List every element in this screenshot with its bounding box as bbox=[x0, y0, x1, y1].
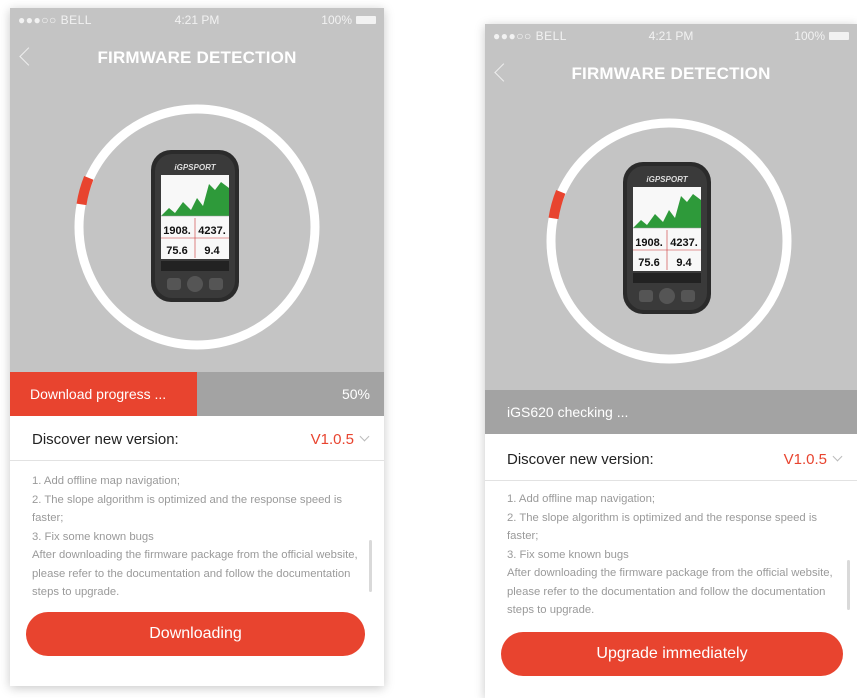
device-reading-1: 1908. bbox=[635, 237, 663, 249]
note-line: 3. Fix some known bugs bbox=[507, 548, 629, 561]
status-bar: ●●●○○ BELL 4:21 PM 100% bbox=[485, 24, 857, 46]
device-brand: iGPSPORT bbox=[174, 163, 216, 172]
scrollbar[interactable] bbox=[369, 540, 372, 592]
header-area: ●●●○○ BELL 4:21 PM 100% FIRMWARE DETECTI… bbox=[10, 8, 384, 372]
progress-label: iGS620 checking ... bbox=[507, 404, 629, 420]
device-brand: iGPSPORT bbox=[646, 175, 688, 184]
release-notes: 1. Add offline map navigation; 2. The sl… bbox=[507, 490, 837, 620]
battery-icon bbox=[356, 16, 376, 24]
download-progress-bar: Download progress ... 50% bbox=[10, 372, 384, 416]
progress-percent: 50% bbox=[341, 386, 370, 402]
note-line: 2. The slope algorithm is optimized and … bbox=[507, 511, 818, 543]
downloading-button[interactable]: Downloading bbox=[26, 612, 365, 656]
version-value: V1.0.5 bbox=[783, 451, 827, 468]
version-label: Discover new version: bbox=[32, 431, 179, 448]
version-label: Discover new version: bbox=[507, 451, 654, 468]
upgrade-immediately-button[interactable]: Upgrade immediately bbox=[501, 632, 843, 676]
progress-label: Download progress ... bbox=[30, 386, 167, 402]
phone-screen-checking: ●●●○○ BELL 4:21 PM 100% FIRMWARE DETECTI… bbox=[485, 24, 857, 698]
battery-label: 100% bbox=[794, 29, 825, 43]
progress-ring-arc bbox=[548, 190, 566, 220]
header-area: ●●●○○ BELL 4:21 PM 100% FIRMWARE DETECTI… bbox=[485, 24, 857, 390]
note-line: After downloading the firmware package f… bbox=[32, 549, 358, 598]
page-title: FIRMWARE DETECTION bbox=[97, 48, 297, 67]
device-reading-1: 1908. bbox=[163, 225, 191, 237]
version-row[interactable]: Discover new version: V1.0.5 bbox=[10, 420, 384, 461]
status-bar: ●●●○○ BELL 4:21 PM 100% bbox=[10, 8, 384, 30]
chevron-down-icon[interactable] bbox=[832, 451, 843, 462]
scrollbar[interactable] bbox=[847, 560, 850, 610]
progress-ring-arc bbox=[76, 176, 94, 206]
note-line: 2. The slope algorithm is optimized and … bbox=[32, 493, 343, 525]
version-value: V1.0.5 bbox=[310, 431, 354, 448]
note-line: 1. Add offline map navigation; bbox=[507, 493, 656, 505]
bike-computer-image: iGPSPORT 1908. 4237. 75.6 9.4 bbox=[623, 162, 711, 314]
note-line: After downloading the firmware package f… bbox=[507, 567, 833, 616]
device-reading-2: 4237. bbox=[198, 225, 226, 237]
device-reading-3: 75.6 bbox=[166, 245, 187, 257]
battery-label: 100% bbox=[321, 13, 352, 27]
battery-icon bbox=[829, 32, 849, 40]
device-reading-4: 9.4 bbox=[676, 257, 692, 269]
note-line: 3. Fix some known bugs bbox=[32, 530, 154, 543]
phone-screen-downloading: ●●●○○ BELL 4:21 PM 100% FIRMWARE DETECTI… bbox=[10, 8, 384, 686]
version-row[interactable]: Discover new version: V1.0.5 bbox=[485, 440, 857, 481]
checking-status-bar: iGS620 checking ... bbox=[485, 390, 857, 434]
device-reading-3: 75.6 bbox=[638, 257, 659, 269]
page-title: FIRMWARE DETECTION bbox=[571, 64, 771, 83]
release-notes: 1. Add offline map navigation; 2. The sl… bbox=[32, 472, 364, 602]
note-line: 1. Add offline map navigation; bbox=[32, 475, 181, 487]
device-reading-4: 9.4 bbox=[204, 245, 220, 257]
bike-computer-image: iGPSPORT 1908. 4237. 75.6 9.4 bbox=[151, 150, 239, 302]
chevron-down-icon[interactable] bbox=[359, 431, 370, 442]
device-reading-2: 4237. bbox=[670, 237, 698, 249]
